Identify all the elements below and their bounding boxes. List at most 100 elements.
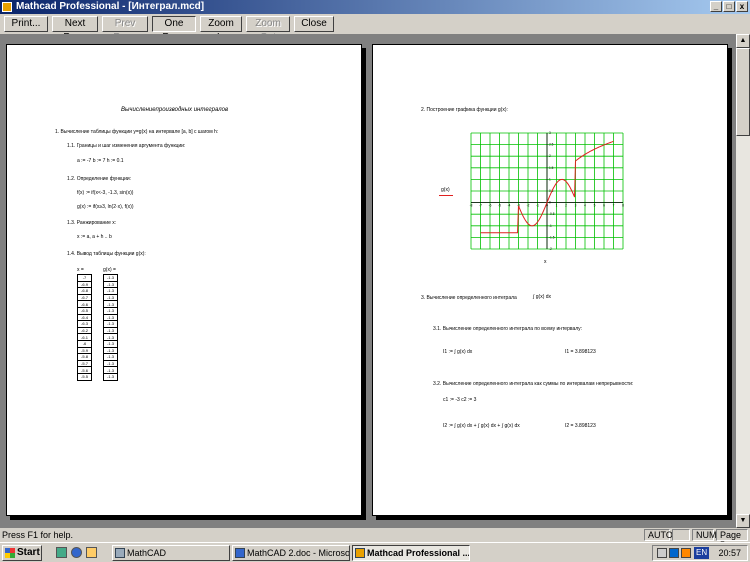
window-title: Mathcad Professional - [Интеграл.mcd] — [16, 1, 205, 12]
scroll-thumb[interactable] — [736, 48, 750, 136]
x-tick-label: 5 — [594, 204, 596, 208]
next-page-button[interactable]: Next Page — [52, 16, 98, 43]
x-tick-label: 3 — [575, 204, 577, 208]
g-value-cell: -1.3 — [103, 320, 118, 328]
integral-i2: I2 := ∫ g(x) dx + ∫ g(x) dx + ∫ g(x) dx — [443, 423, 520, 429]
zoom-out-button[interactable]: Zoom Out — [246, 16, 290, 43]
page-title: Вычислениепроизводных интегралов — [121, 107, 229, 113]
g-value-cell: -1.3 — [103, 366, 118, 374]
minimize-button[interactable]: _ — [710, 1, 722, 12]
function-g: g(x) := if(x≥3, ln(2·x), f(x)) — [77, 204, 134, 210]
x-tick-label: 6 — [603, 204, 605, 208]
outlook-icon[interactable] — [86, 547, 97, 558]
tray-app-icon[interactable] — [681, 548, 691, 558]
integral-i1-result: I1 = 3.898123 — [565, 349, 596, 355]
show-desktop-icon[interactable] — [56, 547, 67, 558]
start-label: Start — [17, 547, 40, 558]
x-value-table: -7 -6.9 -6.8 -6.7 -6.6 -6.5 -6.4 -6.3 -6.2 -6.1 -6… — [77, 274, 92, 381]
y-tick-label: 3 — [549, 131, 551, 135]
section-3-2: 3.2. Вычисление определенного интеграла … — [433, 381, 634, 387]
y-tick-label: -0.5 — [549, 212, 555, 216]
g-value-cell: -1.3 — [103, 326, 118, 335]
y-tick-label: 0 — [549, 201, 551, 205]
x-value-cell: -6.4 — [77, 313, 92, 322]
print-button[interactable]: Print... — [4, 16, 48, 32]
g-value-cell: -1.3 — [103, 300, 118, 308]
task-label: Mathcad Professional ... — [367, 548, 470, 558]
close-preview-button[interactable]: Close — [294, 16, 334, 32]
x-value-cell: -7 — [77, 274, 92, 282]
y-tick-label: -2 — [549, 247, 552, 251]
task-mathcad[interactable]: MathCAD — [112, 545, 230, 561]
y-tick-label: -1.5 — [549, 235, 555, 239]
g-value-cell: -1.3 — [103, 313, 118, 322]
mathcad-app-icon — [2, 2, 12, 12]
print-preview-toolbar: Print... Next Page Prev Page One Page Zo… — [0, 14, 750, 43]
x-tick-label: 7 — [613, 204, 615, 208]
system-tray: EN 20:57 — [652, 545, 748, 561]
clock: 20:57 — [718, 548, 741, 558]
g-value-cell: -1.3 — [103, 306, 118, 315]
plot-x-label: x — [544, 259, 547, 265]
x-value-cell: -6.2 — [77, 326, 92, 335]
status-blank — [672, 529, 690, 541]
scroll-down-button[interactable]: ▼ — [736, 514, 750, 528]
integral-i2-result: I2 = 3.898123 — [565, 423, 596, 429]
x-value-cell: -6.5 — [77, 306, 92, 315]
taskbar: Start MathCAD MathCAD 2.doc - Microso...… — [0, 542, 750, 562]
section-1-3: 1.3. Ранжирование x: — [67, 220, 117, 226]
x-tick-label: -8 — [470, 204, 473, 208]
app-window-icon — [115, 548, 125, 558]
g-value-cell: -1.3 — [103, 287, 118, 295]
task-word-doc[interactable]: MathCAD 2.doc - Microso... — [232, 545, 350, 561]
y-tick-label: -1 — [549, 224, 552, 228]
x-value-cell: -5.8 — [77, 353, 92, 361]
legend-line — [439, 195, 453, 196]
x-tick-label: 4 — [584, 204, 586, 208]
task-mathcad-professional[interactable]: Mathcad Professional ... — [352, 545, 470, 561]
continuity-bounds: c1 := -3 c2 := 3 — [443, 397, 477, 403]
vertical-scrollbar[interactable]: ▲ ▼ — [736, 34, 750, 528]
zoom-in-button[interactable]: Zoom In — [200, 16, 242, 43]
close-window-button[interactable]: x — [736, 1, 748, 12]
network-icon[interactable] — [669, 548, 679, 558]
x-tick-label: -6 — [489, 204, 492, 208]
x-value-cell: -6.8 — [77, 287, 92, 295]
x-tick-label: -5 — [498, 204, 501, 208]
status-num: NUM — [692, 529, 717, 541]
g-value-cell: -1.3 — [103, 339, 118, 348]
g-value-cell: -1.3 — [103, 293, 118, 302]
maximize-button[interactable]: □ — [723, 1, 735, 12]
status-auto: AUTO — [644, 529, 673, 541]
function-f: f(x) := if(x<-3, -1.3, sin(x)) — [77, 190, 134, 196]
x-tick-label: -2 — [527, 204, 530, 208]
start-button[interactable]: Start — [2, 545, 42, 561]
x-value-cell: -6.1 — [77, 333, 92, 341]
section-1: 1. Вычисление таблицы функции y=g(x) на … — [55, 129, 219, 135]
language-indicator[interactable]: EN — [694, 547, 710, 559]
internet-explorer-icon[interactable] — [71, 547, 82, 558]
y-tick-label: 1.5 — [549, 166, 554, 170]
range-definition: a := -7 b := 7 h := 0.1 — [77, 158, 124, 164]
status-bar: Press F1 for help. AUTO NUM Page 5 — [0, 528, 750, 550]
x-tick-label: -7 — [479, 204, 482, 208]
x-value-cell: -6 — [77, 339, 92, 348]
one-page-button[interactable]: One Page — [152, 16, 196, 43]
preview-area: Вычислениепроизводных интегралов 1. Вычи… — [0, 34, 736, 528]
x-tick-label: 8 — [622, 204, 624, 208]
prev-page-button[interactable]: Prev Page — [102, 16, 148, 43]
x-value-cell: -5.6 — [77, 366, 92, 374]
section-3-1: 3.1. Вычисление определенного интеграла … — [433, 326, 583, 332]
integral-symbol-expr: ∫ g(x) dx — [533, 294, 552, 300]
task-label: MathCAD — [127, 548, 167, 558]
windows-logo-icon — [5, 548, 15, 558]
g-value-cell: -1.3 — [103, 346, 118, 355]
speaker-icon[interactable] — [657, 548, 667, 558]
x-tick-label: -4 — [508, 204, 511, 208]
section-3: 3. Вычисление определенного интеграла — [421, 295, 517, 301]
range-x: x := a, a + h .. b — [77, 234, 112, 240]
x-value-cell: -6.9 — [77, 280, 92, 289]
x-value-cell: -5.5 — [77, 372, 92, 381]
scroll-up-button[interactable]: ▲ — [736, 34, 750, 48]
col-header-g: g(x) = — [103, 267, 116, 273]
